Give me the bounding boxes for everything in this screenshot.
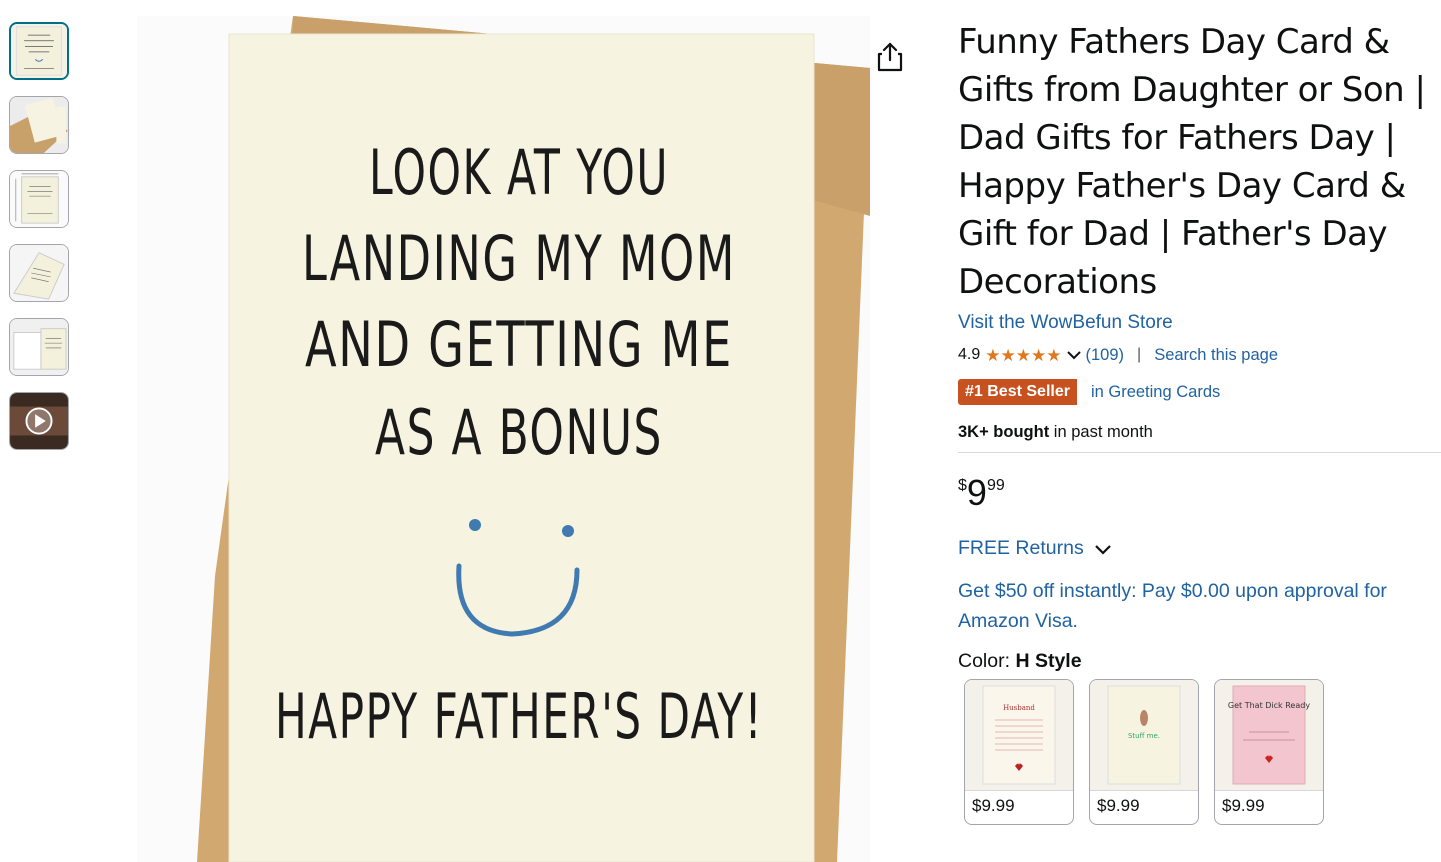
card-line-1: LOOK AT YOU xyxy=(369,136,669,209)
price-symbol: $ xyxy=(958,477,967,494)
product-title: Funny Fathers Day Card & Gifts from Daug… xyxy=(958,22,1426,302)
star-icon: ★ xyxy=(985,345,1001,365)
free-returns-label: FREE Returns xyxy=(958,537,1084,559)
swatch-price-3: $9.99 xyxy=(1222,796,1265,815)
star-icon: ★ xyxy=(1000,345,1016,365)
thumbnail-4[interactable] xyxy=(9,244,69,302)
color-value: H Style xyxy=(1015,650,1082,672)
price-fraction: 99 xyxy=(986,477,1005,494)
best-seller-badge[interactable]: #1 Best Seller xyxy=(958,379,1077,405)
price: $ 9 99 xyxy=(958,473,1441,513)
thumbnail-1[interactable] xyxy=(9,22,69,80)
card-footer: HAPPY FATHER'S DAY! xyxy=(275,680,763,753)
rating-row: 4.9 ★ ★ ★ ★ ★ (109) | Search this page xyxy=(958,343,1441,367)
thumbnail-2[interactable] xyxy=(9,96,69,154)
search-page-link[interactable]: Search this page xyxy=(1154,346,1278,365)
bought-rest: in past month xyxy=(1049,423,1153,441)
swatch-price-1: $9.99 xyxy=(972,796,1015,815)
color-swatches: Husband $9.99 Stuff me. $9.99 Get That D… xyxy=(964,679,1441,825)
bought-count: 3K+ bought xyxy=(958,423,1050,441)
swatch-image-1: Husband xyxy=(965,680,1073,791)
store-link[interactable]: Visit the WowBefun Store xyxy=(958,312,1441,334)
swatch-image-3: Get That Dick Ready xyxy=(1215,680,1323,791)
swatch-title-3: Get That Dick Ready xyxy=(1228,701,1310,710)
swatch-image-2: Stuff me. xyxy=(1090,680,1198,791)
thumbnail-video[interactable] xyxy=(9,392,69,450)
thumbnail-3[interactable] xyxy=(9,170,69,228)
thumbnail-5[interactable] xyxy=(9,318,69,376)
share-icon[interactable] xyxy=(874,40,906,74)
swatch-title-2: Stuff me. xyxy=(1128,732,1160,740)
card-line-4: AS A BONUS xyxy=(375,396,663,469)
separator: | xyxy=(1137,346,1142,363)
smile-eye-right xyxy=(562,525,574,537)
rating-value: 4.9 xyxy=(958,346,981,363)
chevron-down-icon xyxy=(1094,544,1111,555)
thumbnail-strip xyxy=(9,22,71,466)
best-seller-row: #1 Best Seller in Greeting Cards xyxy=(958,379,1441,405)
review-count-link[interactable]: (109) xyxy=(1086,346,1125,365)
free-returns-dropdown[interactable]: FREE Returns xyxy=(958,537,1441,560)
divider xyxy=(958,452,1441,453)
swatch-option-3[interactable]: Get That Dick Ready $9.99 xyxy=(1214,679,1324,825)
star-rating[interactable]: ★ ★ ★ ★ ★ xyxy=(985,347,1061,364)
color-selector-label: Color: H Style xyxy=(958,650,1441,673)
star-icon: ★ xyxy=(1046,345,1062,365)
card-line-2: LANDING MY MOM xyxy=(302,222,736,295)
smile-eye-left xyxy=(469,519,481,531)
best-seller-category-link[interactable]: in Greeting Cards xyxy=(1091,383,1220,402)
main-product-image[interactable]: LOOK AT YOU LANDING MY MOM AND GETTING M… xyxy=(137,16,870,862)
price-whole: 9 xyxy=(966,472,987,513)
swatch-price-2: $9.99 xyxy=(1097,796,1140,815)
star-icon: ★ xyxy=(1015,345,1031,365)
color-label: Color: xyxy=(958,650,1016,672)
swatch-option-2[interactable]: Stuff me. $9.99 xyxy=(1089,679,1199,825)
visa-promo-link[interactable]: Get $50 off instantly: Pay $0.00 upon ap… xyxy=(958,576,1441,636)
swatch-option-1[interactable]: Husband $9.99 xyxy=(964,679,1074,825)
card-line-3: AND GETTING ME xyxy=(305,308,733,381)
bought-in-past-month: 3K+ bought in past month xyxy=(958,423,1441,442)
star-icon: ★ xyxy=(1031,345,1047,365)
swatch-title-1: Husband xyxy=(1003,704,1035,712)
product-info: Funny Fathers Day Card & Gifts from Daug… xyxy=(958,18,1441,825)
chevron-down-icon[interactable] xyxy=(1066,349,1082,361)
